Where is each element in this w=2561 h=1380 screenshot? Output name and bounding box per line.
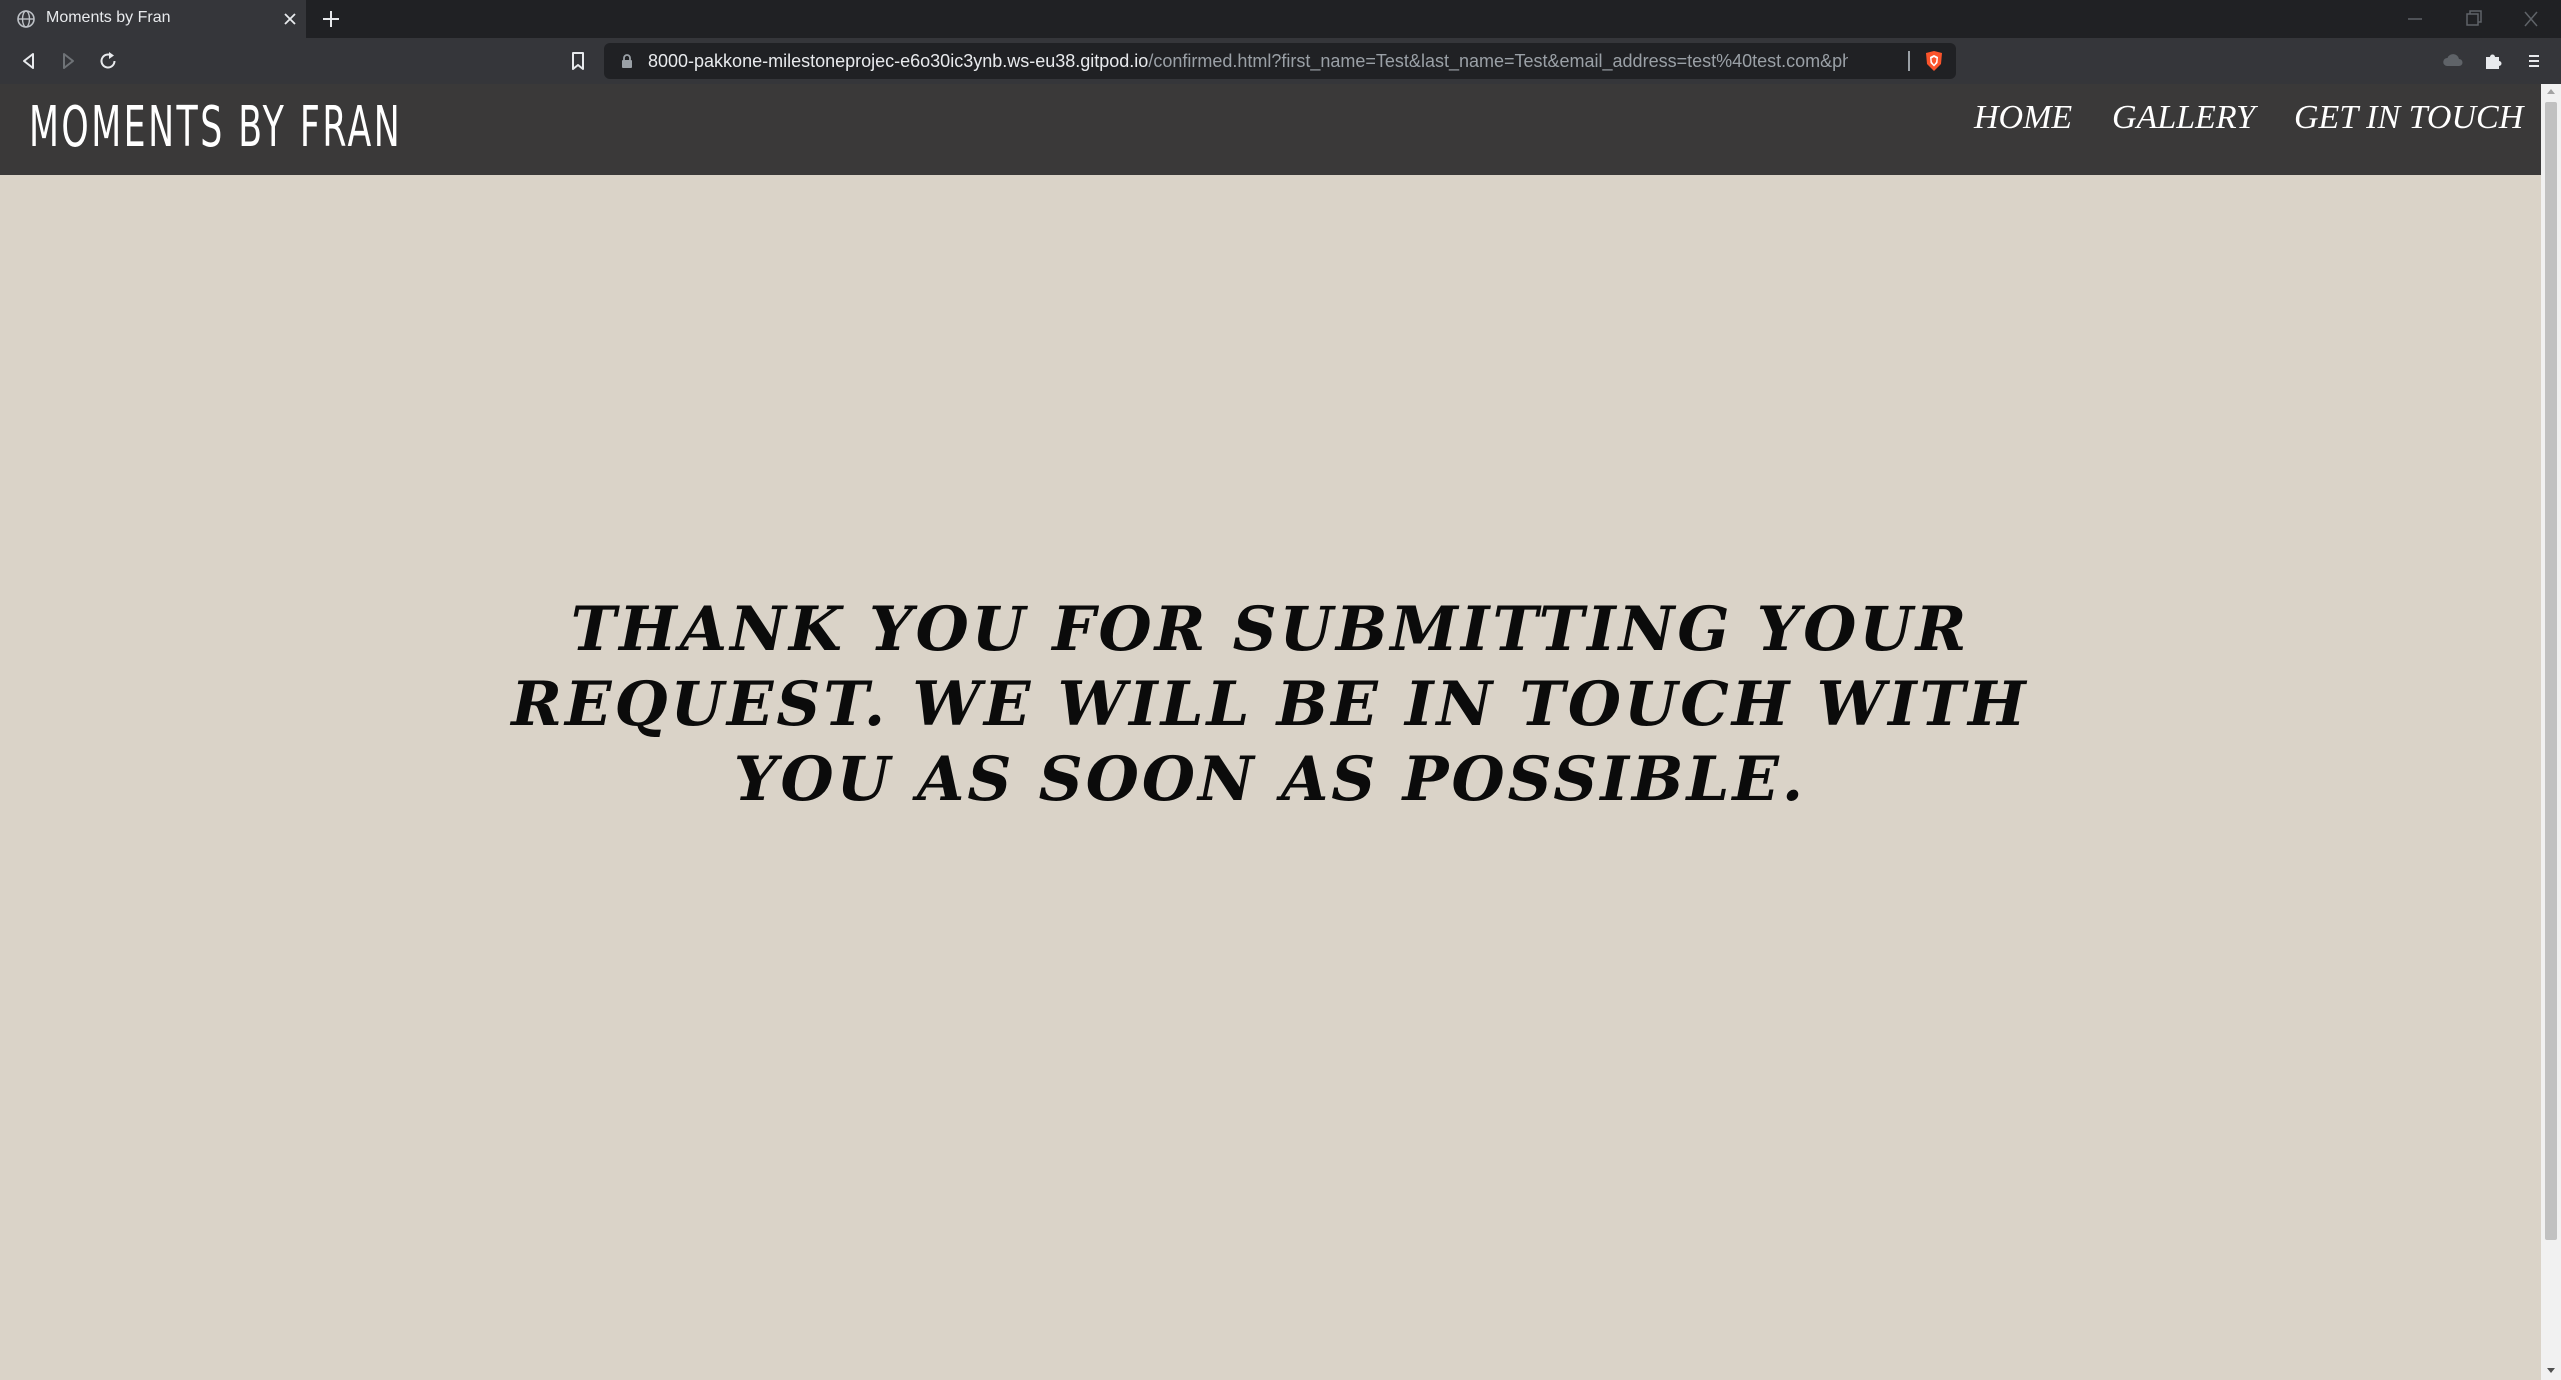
back-icon[interactable] [16, 48, 42, 74]
browser-toolbar: 8000-pakkone-milestoneprojec-e6o30ic3ynb… [0, 38, 2561, 84]
bookmark-icon[interactable] [565, 48, 591, 74]
url-text[interactable]: 8000-pakkone-milestoneprojec-e6o30ic3ynb… [648, 51, 1848, 71]
close-icon[interactable] [280, 9, 300, 29]
tab-title: Moments by Fran [46, 9, 171, 26]
confirmation-message: THANK YOU FOR SUBMITTING YOUR REQUEST. W… [511, 594, 2029, 815]
url-path: /confirmed.html?first_name=Test&last_nam… [1148, 51, 1848, 71]
close-icon[interactable] [2516, 6, 2546, 32]
restore-icon[interactable] [2458, 6, 2488, 32]
scroll-down-arrow-icon[interactable] [2545, 1364, 2557, 1376]
globe-icon [17, 10, 35, 28]
hamburger-menu-icon[interactable] [2521, 48, 2547, 74]
minimize-icon[interactable] [2400, 6, 2430, 32]
nav-home-link[interactable]: HOME [1974, 98, 2072, 138]
nav-gallery-link[interactable]: GALLERY [2112, 98, 2255, 138]
page-scrollbar[interactable] [2541, 84, 2561, 1380]
address-bar[interactable]: 8000-pakkone-milestoneprojec-e6o30ic3ynb… [604, 43, 1956, 79]
url-host: 8000-pakkone-milestoneprojec-e6o30ic3ynb… [648, 51, 1149, 71]
browser-tab[interactable]: Moments by Fran [0, 0, 306, 38]
site-logo[interactable]: MOMENTS BY FRAN [29, 96, 402, 160]
forward-icon[interactable] [55, 48, 81, 74]
scrollbar-thumb[interactable] [2545, 102, 2557, 1240]
cloud-icon[interactable] [2440, 48, 2466, 74]
lock-icon[interactable] [618, 52, 636, 70]
puzzle-icon[interactable] [2480, 48, 2506, 74]
browser-tabstrip: Moments by Fran [0, 0, 2561, 38]
plus-icon[interactable] [318, 6, 344, 32]
site-header: MOMENTS BY FRAN HOME GALLERY GET IN TOUC… [0, 84, 2541, 175]
omnibox-divider [1908, 51, 1910, 71]
nav-get-in-touch-link[interactable]: GET IN TOUCH [2294, 98, 2523, 138]
brave-shield-icon[interactable] [1922, 49, 1946, 73]
reload-icon[interactable] [95, 48, 121, 74]
page-viewport: MOMENTS BY FRAN HOME GALLERY GET IN TOUC… [0, 84, 2541, 1380]
scroll-up-arrow-icon[interactable] [2545, 86, 2557, 98]
